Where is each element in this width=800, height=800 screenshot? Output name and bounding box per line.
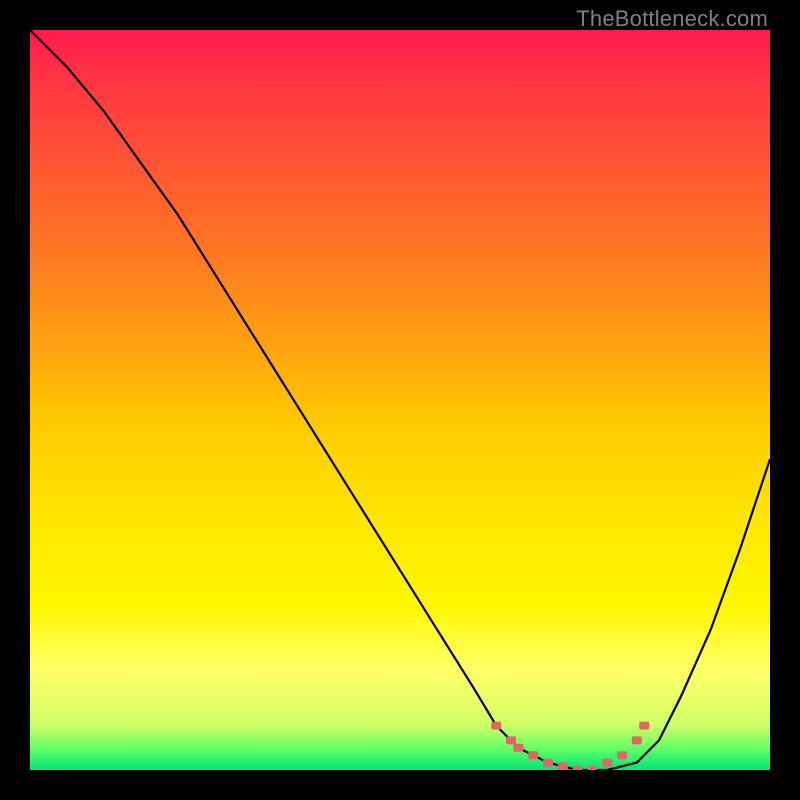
optimal-marker (602, 759, 612, 767)
attribution-label: TheBottleneck.com (576, 6, 768, 32)
optimal-marker (506, 736, 516, 744)
optimal-marker (558, 762, 568, 770)
optimal-marker (632, 736, 642, 744)
optimal-marker (513, 744, 523, 752)
optimal-marker (528, 751, 538, 759)
optimal-marker (491, 722, 501, 730)
curve-overlay (30, 30, 770, 770)
optimal-marker (639, 722, 649, 730)
optimal-marker (543, 759, 553, 767)
optimal-marker (587, 766, 597, 770)
optimal-range-markers (491, 722, 649, 770)
plot-area (30, 30, 770, 770)
optimal-marker (617, 751, 627, 759)
chart-container: TheBottleneck.com (0, 0, 800, 800)
optimal-marker (573, 766, 583, 770)
bottleneck-curve (30, 30, 770, 770)
